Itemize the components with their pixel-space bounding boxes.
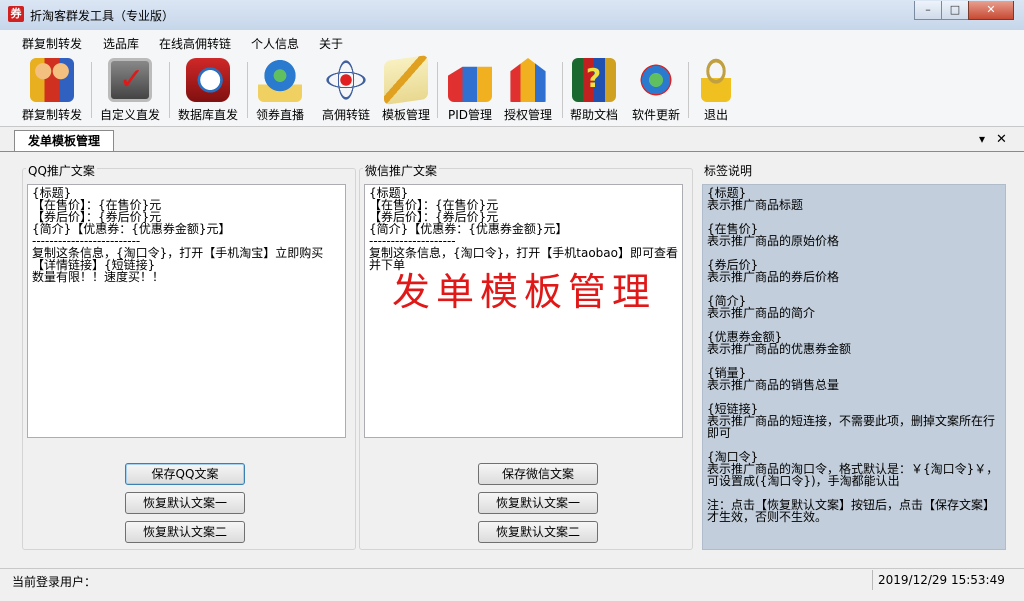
tab-template-manage[interactable]: 发单模板管理	[14, 130, 114, 151]
status-bar	[0, 568, 1024, 601]
status-separator	[872, 570, 873, 590]
tool-database-send-button[interactable]: 数据库直发	[170, 56, 246, 124]
menu-group-forward[interactable]: 群复制转发	[22, 35, 82, 52]
minimize-button[interactable]: –	[914, 1, 942, 20]
globe-paper-icon	[258, 58, 302, 102]
tag-description-text: {标题} 表示推广商品标题 {在售价} 表示推广商品的原始价格 {券后价} 表示…	[702, 184, 1006, 550]
database-clock-icon	[186, 58, 230, 102]
close-button[interactable]: ✕	[968, 1, 1014, 20]
template-pencil-icon	[384, 54, 428, 106]
books-help-icon: ?	[572, 58, 616, 102]
tab-strip	[0, 127, 1024, 152]
menu-about[interactable]: 关于	[319, 35, 343, 52]
tab-dropdown-icon[interactable]: ▾	[979, 132, 985, 146]
qq-restore-default-two-button[interactable]: 恢复默认文案二	[125, 521, 245, 543]
window-title: 折淘客群发工具（专业版）	[30, 9, 175, 23]
wechat-restore-default-two-button[interactable]: 恢复默认文案二	[478, 521, 598, 543]
maximize-button[interactable]: □	[941, 1, 969, 20]
tool-coupon-live-button[interactable]: 领券直播	[242, 56, 318, 124]
tv-check-icon: ✓	[108, 58, 152, 102]
tool-custom-send-button[interactable]: ✓ 自定义直发	[92, 56, 168, 124]
atom-icon	[324, 58, 368, 102]
tool-exit-button[interactable]: 退出	[678, 56, 754, 124]
tab-close-icon[interactable]: ✕	[996, 132, 1007, 147]
menu-online-commission[interactable]: 在线高佣转链	[159, 35, 231, 52]
qq-copy-textarea[interactable]: {标题} 【在售价】：{在售价}元 【券后价】：{券后价}元 {简介}【优惠券：…	[27, 184, 346, 438]
wechat-group-label: 微信推广文案	[363, 162, 440, 179]
menu-personal-info[interactable]: 个人信息	[251, 35, 299, 52]
tool-group-forward-button[interactable]: 群复制转发	[14, 56, 90, 124]
blocks-hand-icon	[510, 58, 546, 102]
users-icon	[30, 58, 74, 102]
app-icon: 券	[8, 6, 24, 22]
status-datetime: 2019/12/29 15:53:49	[878, 573, 1005, 587]
menu-bar	[0, 30, 1024, 54]
qq-group-label: QQ推广文案	[26, 162, 97, 179]
wechat-restore-default-one-button[interactable]: 恢复默认文案一	[478, 492, 598, 514]
save-qq-copy-button[interactable]: 保存QQ文案	[125, 463, 245, 485]
qq-restore-default-one-button[interactable]: 恢复默认文案一	[125, 492, 245, 514]
globe-update-icon	[634, 58, 678, 102]
tag-desc-label: 标签说明	[702, 162, 755, 179]
menu-product-library[interactable]: 选品库	[103, 35, 139, 52]
tool-auth-manage-button[interactable]: 授权管理	[490, 56, 566, 124]
save-wechat-copy-button[interactable]: 保存微信文案	[478, 463, 598, 485]
current-user-label: 当前登录用户：	[12, 575, 97, 589]
blocks-folder-icon	[448, 66, 492, 102]
watermark-title: 发单模板管理	[392, 270, 657, 314]
lock-icon	[701, 58, 731, 102]
